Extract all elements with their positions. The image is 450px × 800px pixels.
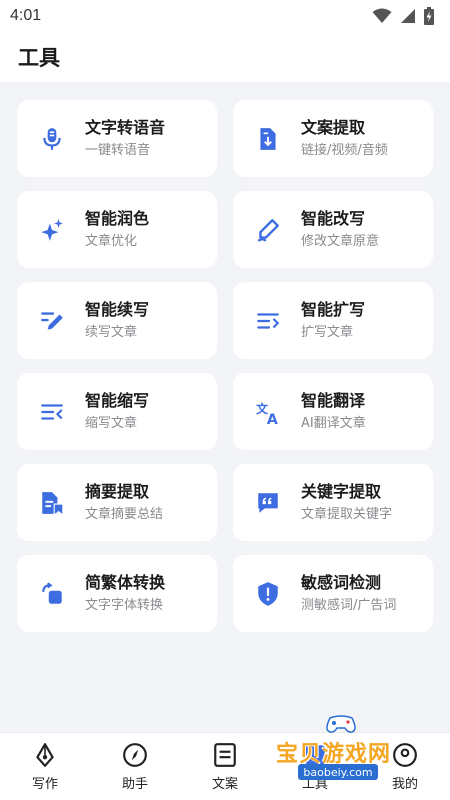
tool-desc: 文字字体转换 <box>85 597 164 613</box>
tool-title: 文字转语音 <box>85 117 166 137</box>
tool-keyword-extract[interactable]: 关键字提取 文章提取关键字 <box>233 464 433 541</box>
tool-desc: 链接/视频/音频 <box>301 142 388 158</box>
nav-label: 文案 <box>211 777 238 792</box>
tool-desc: 缩写文章 <box>85 415 138 431</box>
tool-desc: 扩写文章 <box>301 324 354 340</box>
tool-copy-extract[interactable]: 文案提取 链接/视频/音频 <box>233 100 433 177</box>
tool-title: 智能续写 <box>85 299 150 319</box>
tool-smart-abbreviate[interactable]: 智能缩写 缩写文章 <box>17 373 217 450</box>
tool-smart-polish[interactable]: 智能润色 文章优化 <box>17 191 217 268</box>
list-expand-icon <box>255 308 281 334</box>
header: 工具 <box>0 32 450 82</box>
tool-title: 智能扩写 <box>301 299 366 319</box>
tool-title: 摘要提取 <box>85 481 150 501</box>
convert-icon <box>39 581 65 607</box>
document-lines-icon <box>211 741 239 769</box>
status-bar: 4:01 <box>0 0 450 32</box>
tool-simplified-traditional[interactable]: 简繁体转换 文字字体转换 <box>17 555 217 632</box>
tool-desc: AI翻译文章 <box>301 415 366 431</box>
nav-item-assistant[interactable]: 助手 <box>90 741 180 792</box>
tool-title: 关键字提取 <box>301 481 382 501</box>
page-title: 工具 <box>18 46 60 70</box>
bottom-nav: 写作 助手 文案 工具 我的 <box>0 732 450 800</box>
tool-title: 智能翻译 <box>301 390 366 410</box>
status-icons <box>372 7 434 25</box>
tool-desc: 测敏感词/广告词 <box>301 597 397 613</box>
nav-label: 我的 <box>391 777 418 792</box>
tool-smart-rewrite[interactable]: 智能改写 修改文章原意 <box>233 191 433 268</box>
document-bookmark-icon <box>39 490 65 516</box>
tool-desc: 修改文章原意 <box>301 233 380 249</box>
user-icon <box>391 741 419 769</box>
nav-item-write[interactable]: 写作 <box>0 741 90 792</box>
pen-nib-icon <box>31 741 59 769</box>
tool-summary-extract[interactable]: 摘要提取 文章摘要总结 <box>17 464 217 541</box>
translate-icon: 文A <box>255 399 281 425</box>
tool-smart-continue[interactable]: 智能续写 续写文章 <box>17 282 217 359</box>
document-download-icon <box>255 126 281 152</box>
tool-smart-translate[interactable]: 文A 智能翻译 AI翻译文章 <box>233 373 433 450</box>
tool-grid: 文字转语音 一键转语音 文案提取 链接/视频/音频 智能润色 文章优化 智能改写… <box>17 100 433 632</box>
sparkle-icon <box>39 217 65 243</box>
tool-title: 简繁体转换 <box>85 572 166 592</box>
nav-item-copy[interactable]: 文案 <box>180 741 270 792</box>
status-time: 4:01 <box>10 7 42 24</box>
shield-alert-icon <box>255 581 281 607</box>
tool-title: 智能缩写 <box>85 390 150 410</box>
list-collapse-icon <box>39 399 65 425</box>
tool-desc: 文章摘要总结 <box>85 506 164 522</box>
tool-desc: 续写文章 <box>85 324 138 340</box>
nav-item-tools[interactable]: 工具 <box>270 741 360 792</box>
pencil-lines-icon <box>39 308 65 334</box>
tool-desc: 文章提取关键字 <box>301 506 393 522</box>
compass-icon <box>121 741 149 769</box>
tool-title: 智能润色 <box>85 208 150 228</box>
quote-bubble-icon <box>255 490 281 516</box>
tool-smart-expand[interactable]: 智能扩写 扩写文章 <box>233 282 433 359</box>
tool-title: 敏感词检测 <box>301 572 382 592</box>
svg-text:A: A <box>267 411 278 424</box>
nav-label: 助手 <box>121 777 148 792</box>
tool-text-to-speech[interactable]: 文字转语音 一键转语音 <box>17 100 217 177</box>
tool-sensitive-word-check[interactable]: 敏感词检测 测敏感词/广告词 <box>233 555 433 632</box>
nav-label: 写作 <box>31 777 58 792</box>
content-area: 文字转语音 一键转语音 文案提取 链接/视频/音频 智能润色 文章优化 智能改写… <box>0 82 450 732</box>
tool-title: 文案提取 <box>301 117 366 137</box>
wifi-icon <box>372 8 392 23</box>
microphone-icon <box>39 126 65 152</box>
battery-icon <box>424 7 434 25</box>
nav-label: 工具 <box>301 777 328 792</box>
nav-item-mine[interactable]: 我的 <box>360 741 450 792</box>
tool-desc: 一键转语音 <box>85 142 151 158</box>
pen-scribble-icon <box>255 217 281 243</box>
signal-icon <box>401 9 415 23</box>
tool-title: 智能改写 <box>301 208 366 228</box>
tool-desc: 文章优化 <box>85 233 138 249</box>
toolbox-icon <box>301 741 329 769</box>
